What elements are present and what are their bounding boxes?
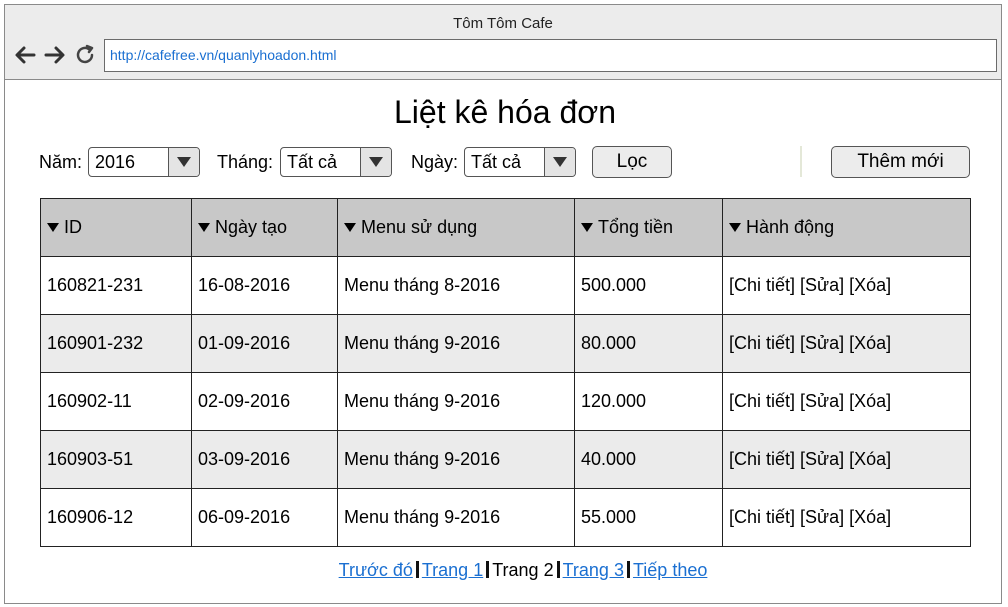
detail-link[interactable]: [Chi tiết]	[729, 333, 795, 353]
delete-link[interactable]: [Xóa]	[849, 391, 891, 411]
page-content: Liệt kê hóa đơn Năm: 2016 Tháng: Tất cả …	[5, 80, 1001, 605]
day-label: Ngày:	[411, 152, 459, 172]
table-row: 160901-232 01-09-2016 Menu tháng 9-2016 …	[40, 314, 971, 373]
cell-total: 500.000	[574, 256, 723, 315]
sort-down-icon[interactable]	[344, 222, 356, 232]
year-select-value: 2016	[95, 152, 136, 172]
cell-date: 01-09-2016	[191, 314, 338, 373]
add-new-button[interactable]: Thêm mới	[831, 146, 970, 178]
pagination-separator	[486, 561, 490, 578]
column-header-actions[interactable]: Hành động	[722, 198, 971, 257]
window-title: Tôm Tôm Cafe	[453, 15, 553, 32]
cell-menu: Menu tháng 9-2016	[337, 314, 575, 373]
chevron-down-icon[interactable]	[544, 148, 575, 176]
detail-link[interactable]: [Chi tiết]	[729, 275, 795, 295]
table-row: 160903-51 03-09-2016 Menu tháng 9-2016 4…	[40, 430, 971, 489]
cell-actions: [Chi tiết] [Sửa] [Xóa]	[722, 314, 971, 373]
cell-actions: [Chi tiết] [Sửa] [Xóa]	[722, 256, 971, 315]
day-select-value: Tất cả	[471, 152, 522, 172]
table-row: 160906-12 06-09-2016 Menu tháng 9-2016 5…	[40, 488, 971, 547]
cell-total: 120.000	[574, 372, 723, 431]
browser-window: Tôm Tôm Cafe http://cafefree.vn/quanlyho…	[4, 4, 1002, 604]
chevron-down-icon[interactable]	[360, 148, 391, 176]
column-header-label: Tổng tiền	[598, 217, 674, 237]
column-header-label: ID	[64, 217, 82, 237]
page-1-link[interactable]: Trang 1	[422, 560, 483, 580]
prev-page-link[interactable]: Trước đó	[339, 560, 413, 580]
column-header-menu[interactable]: Menu sử dụng	[337, 198, 575, 257]
day-select[interactable]: Tất cả	[464, 147, 576, 177]
page-3-link[interactable]: Trang 3	[563, 560, 624, 580]
cell-actions: [Chi tiết] [Sửa] [Xóa]	[722, 488, 971, 547]
column-header-date[interactable]: Ngày tạo	[191, 198, 338, 257]
column-header-id[interactable]: ID	[40, 198, 192, 257]
invoice-table: ID Ngày tạo Menu sử dụng Tổng tiền Hành …	[40, 198, 971, 547]
chevron-down-icon[interactable]	[168, 148, 199, 176]
cell-id: 160903-51	[40, 430, 192, 489]
cell-total: 80.000	[574, 314, 723, 373]
cell-id: 160906-12	[40, 488, 192, 547]
column-header-label: Ngày tạo	[215, 217, 288, 237]
table-row: 160902-11 02-09-2016 Menu tháng 9-2016 1…	[40, 372, 971, 431]
edit-link[interactable]: [Sửa]	[800, 333, 844, 353]
delete-link[interactable]: [Xóa]	[849, 275, 891, 295]
cell-total: 55.000	[574, 488, 723, 547]
cell-id: 160902-11	[40, 372, 192, 431]
month-select-value: Tất cả	[287, 152, 338, 172]
column-header-label: Menu sử dụng	[361, 217, 478, 237]
detail-link[interactable]: [Chi tiết]	[729, 449, 795, 469]
sort-down-icon[interactable]	[729, 222, 741, 232]
cell-date: 02-09-2016	[191, 372, 338, 431]
cell-menu: Menu tháng 9-2016	[337, 430, 575, 489]
month-label: Tháng:	[217, 152, 274, 172]
edit-link[interactable]: [Sửa]	[800, 275, 844, 295]
table-header-row: ID Ngày tạo Menu sử dụng Tổng tiền Hành …	[40, 198, 971, 257]
delete-link[interactable]: [Xóa]	[849, 507, 891, 527]
column-header-total[interactable]: Tổng tiền	[574, 198, 723, 257]
cell-menu: Menu tháng 8-2016	[337, 256, 575, 315]
delete-link[interactable]: [Xóa]	[849, 333, 891, 353]
month-select[interactable]: Tất cả	[280, 147, 392, 177]
cell-date: 03-09-2016	[191, 430, 338, 489]
cell-actions: [Chi tiết] [Sửa] [Xóa]	[722, 372, 971, 431]
edit-link[interactable]: [Sửa]	[800, 391, 844, 411]
filter-button[interactable]: Lọc	[592, 146, 672, 178]
page-title: Liệt kê hóa đơn	[393, 94, 617, 130]
column-header-label: Hành động	[746, 217, 835, 237]
sort-down-icon[interactable]	[581, 222, 593, 232]
cell-menu: Menu tháng 9-2016	[337, 488, 575, 547]
year-label: Năm:	[39, 152, 83, 172]
pagination-separator	[556, 561, 560, 578]
edit-link[interactable]: [Sửa]	[800, 507, 844, 527]
sort-down-icon[interactable]	[47, 222, 59, 232]
cell-date: 06-09-2016	[191, 488, 338, 547]
detail-link[interactable]: [Chi tiết]	[729, 507, 795, 527]
pagination-separator	[415, 561, 419, 578]
pagination: Trước đó Trang 1 Trang 2 Trang 3 Tiếp theo	[5, 560, 1008, 581]
sort-down-icon[interactable]	[198, 222, 210, 232]
reload-icon[interactable]	[73, 43, 97, 67]
next-page-link[interactable]: Tiếp theo	[633, 560, 707, 580]
delete-link[interactable]: [Xóa]	[849, 449, 891, 469]
edit-link[interactable]: [Sửa]	[800, 449, 844, 469]
cell-actions: [Chi tiết] [Sửa] [Xóa]	[722, 430, 971, 489]
cell-id: 160901-232	[40, 314, 192, 373]
back-arrow-icon[interactable]	[13, 43, 37, 67]
table-row: 160821-231 16-08-2016 Menu tháng 8-2016 …	[40, 256, 971, 315]
detail-link[interactable]: [Chi tiết]	[729, 391, 795, 411]
year-select[interactable]: 2016	[88, 147, 200, 177]
address-bar[interactable]: http://cafefree.vn/quanlyhoadon.html	[104, 39, 997, 72]
browser-chrome: Tôm Tôm Cafe http://cafefree.vn/quanlyho…	[5, 5, 1001, 80]
cell-total: 40.000	[574, 430, 723, 489]
cell-menu: Menu tháng 9-2016	[337, 372, 575, 431]
current-page: Trang 2	[492, 560, 554, 580]
forward-arrow-icon[interactable]	[43, 43, 67, 67]
cell-date: 16-08-2016	[191, 256, 338, 315]
pagination-separator	[626, 561, 630, 578]
cell-id: 160821-231	[40, 256, 192, 315]
divider	[800, 146, 802, 177]
